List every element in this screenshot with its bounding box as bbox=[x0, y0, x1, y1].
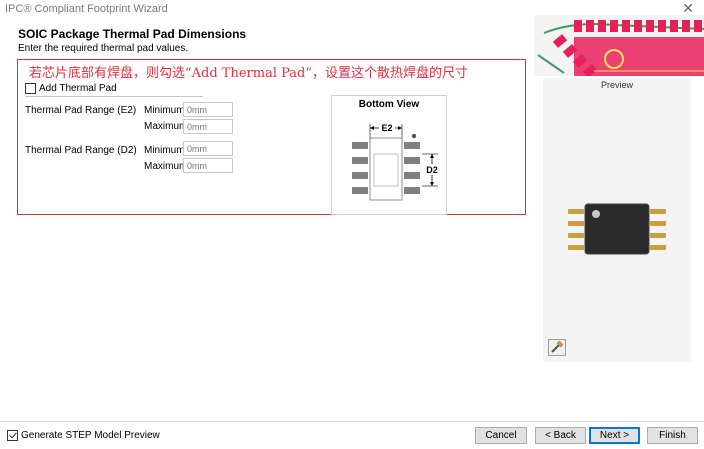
d2-dimension-label: D2 bbox=[426, 165, 438, 175]
finish-button[interactable]: Finish bbox=[647, 427, 698, 444]
d2-range-label: Thermal Pad Range (D2) bbox=[25, 145, 137, 156]
hammer-icon bbox=[551, 340, 564, 353]
d2-minimum-input[interactable] bbox=[183, 141, 233, 156]
annotation-text: 若芯片底部有焊盘，则勾选“Add Thermal Pad”，设置这个散热焊盘的尺… bbox=[29, 66, 469, 81]
preview-tool-button[interactable] bbox=[548, 339, 566, 356]
window-title: IPC® Compliant Footprint Wizard bbox=[5, 3, 168, 15]
back-button[interactable]: < Back bbox=[535, 427, 586, 444]
d2-maximum-input[interactable] bbox=[183, 158, 233, 173]
generate-step-preview-checkbox[interactable]: Generate STEP Model Preview bbox=[7, 430, 160, 441]
e2-range-label: Thermal Pad Range (E2) bbox=[25, 105, 137, 116]
generate-step-preview-checkbox-box[interactable] bbox=[7, 430, 18, 441]
d2-minimum-label: Minimum bbox=[144, 145, 185, 156]
preview-panel: Preview bbox=[543, 78, 691, 362]
footer-divider bbox=[0, 421, 704, 422]
add-thermal-pad-checkbox-box[interactable] bbox=[25, 83, 36, 94]
e2-minimum-label: Minimum bbox=[144, 105, 185, 116]
bottom-view-diagram: E2 E2 D2 bbox=[352, 123, 439, 201]
banner-pcb-image bbox=[534, 15, 704, 76]
generate-step-preview-label: Generate STEP Model Preview bbox=[21, 430, 160, 441]
divider-line bbox=[25, 96, 203, 97]
e2-maximum-label: Maximum bbox=[144, 121, 188, 132]
page-title: SOIC Package Thermal Pad Dimensions bbox=[18, 27, 247, 41]
preview-3d-model bbox=[568, 203, 666, 255]
e2-maximum-input[interactable] bbox=[183, 119, 233, 134]
e2-minimum-input[interactable] bbox=[183, 102, 233, 117]
next-button[interactable]: Next > bbox=[589, 427, 640, 444]
d2-maximum-label: Maximum bbox=[144, 161, 188, 172]
add-thermal-pad-label: Add Thermal Pad bbox=[39, 83, 117, 94]
page-subtitle: Enter the required thermal pad values. bbox=[18, 43, 189, 54]
e2-dimension-label: E2 bbox=[381, 123, 392, 133]
add-thermal-pad-checkbox[interactable]: Add Thermal Pad bbox=[25, 83, 117, 94]
bottom-view-panel: Bottom View E2 E2 D2 bbox=[331, 95, 447, 215]
cancel-button[interactable]: Cancel bbox=[475, 427, 527, 444]
